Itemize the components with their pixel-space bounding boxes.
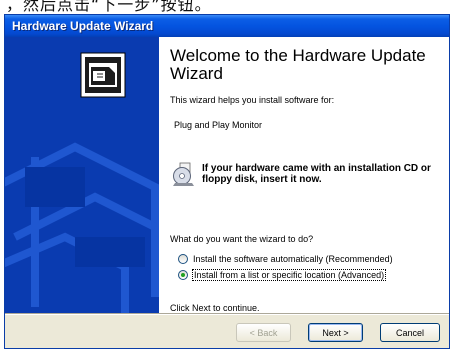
intro-text: This wizard helps you install software f… xyxy=(170,95,335,105)
option-list-location[interactable]: Install from a list or specific location… xyxy=(178,268,387,281)
cd-disk-icon xyxy=(172,161,196,187)
radio-automatic[interactable] xyxy=(178,253,188,264)
device-name: Plug and Play Monitor xyxy=(174,120,263,130)
next-button[interactable]: Next > xyxy=(308,323,363,342)
wizard-content: Welcome to the Hardware Update Wizard Th… xyxy=(159,37,449,313)
caption-text: ，然后点击“下一步”按钮。 xyxy=(6,0,212,14)
back-button[interactable]: < Back xyxy=(236,323,291,342)
cancel-button[interactable]: Cancel xyxy=(380,323,440,342)
window-title: Hardware Update Wizard xyxy=(12,19,154,33)
side-banner xyxy=(5,37,159,313)
question-text: What do you want the wizard to do? xyxy=(170,234,314,244)
next-hint: Click Next to continue. xyxy=(170,303,260,313)
option-automatic-label[interactable]: Install the software automatically (Reco… xyxy=(193,254,393,264)
option-automatic[interactable]: Install the software automatically (Reco… xyxy=(178,252,393,265)
cd-instruction: If your hardware came with an installati… xyxy=(202,163,431,185)
radio-list-location[interactable] xyxy=(178,269,188,280)
side-banner-art xyxy=(5,37,159,313)
option-list-location-label[interactable]: Install from a list or specific location… xyxy=(191,268,387,281)
title-bar[interactable]: Hardware Update Wizard xyxy=(5,15,449,37)
wizard-heading: Welcome to the Hardware Update Wizard xyxy=(170,46,426,83)
button-separator xyxy=(5,313,449,315)
wizard-window: Hardware Update Wizard Welcome to the Ha… xyxy=(4,14,450,349)
hardware-card-icon xyxy=(80,52,126,98)
